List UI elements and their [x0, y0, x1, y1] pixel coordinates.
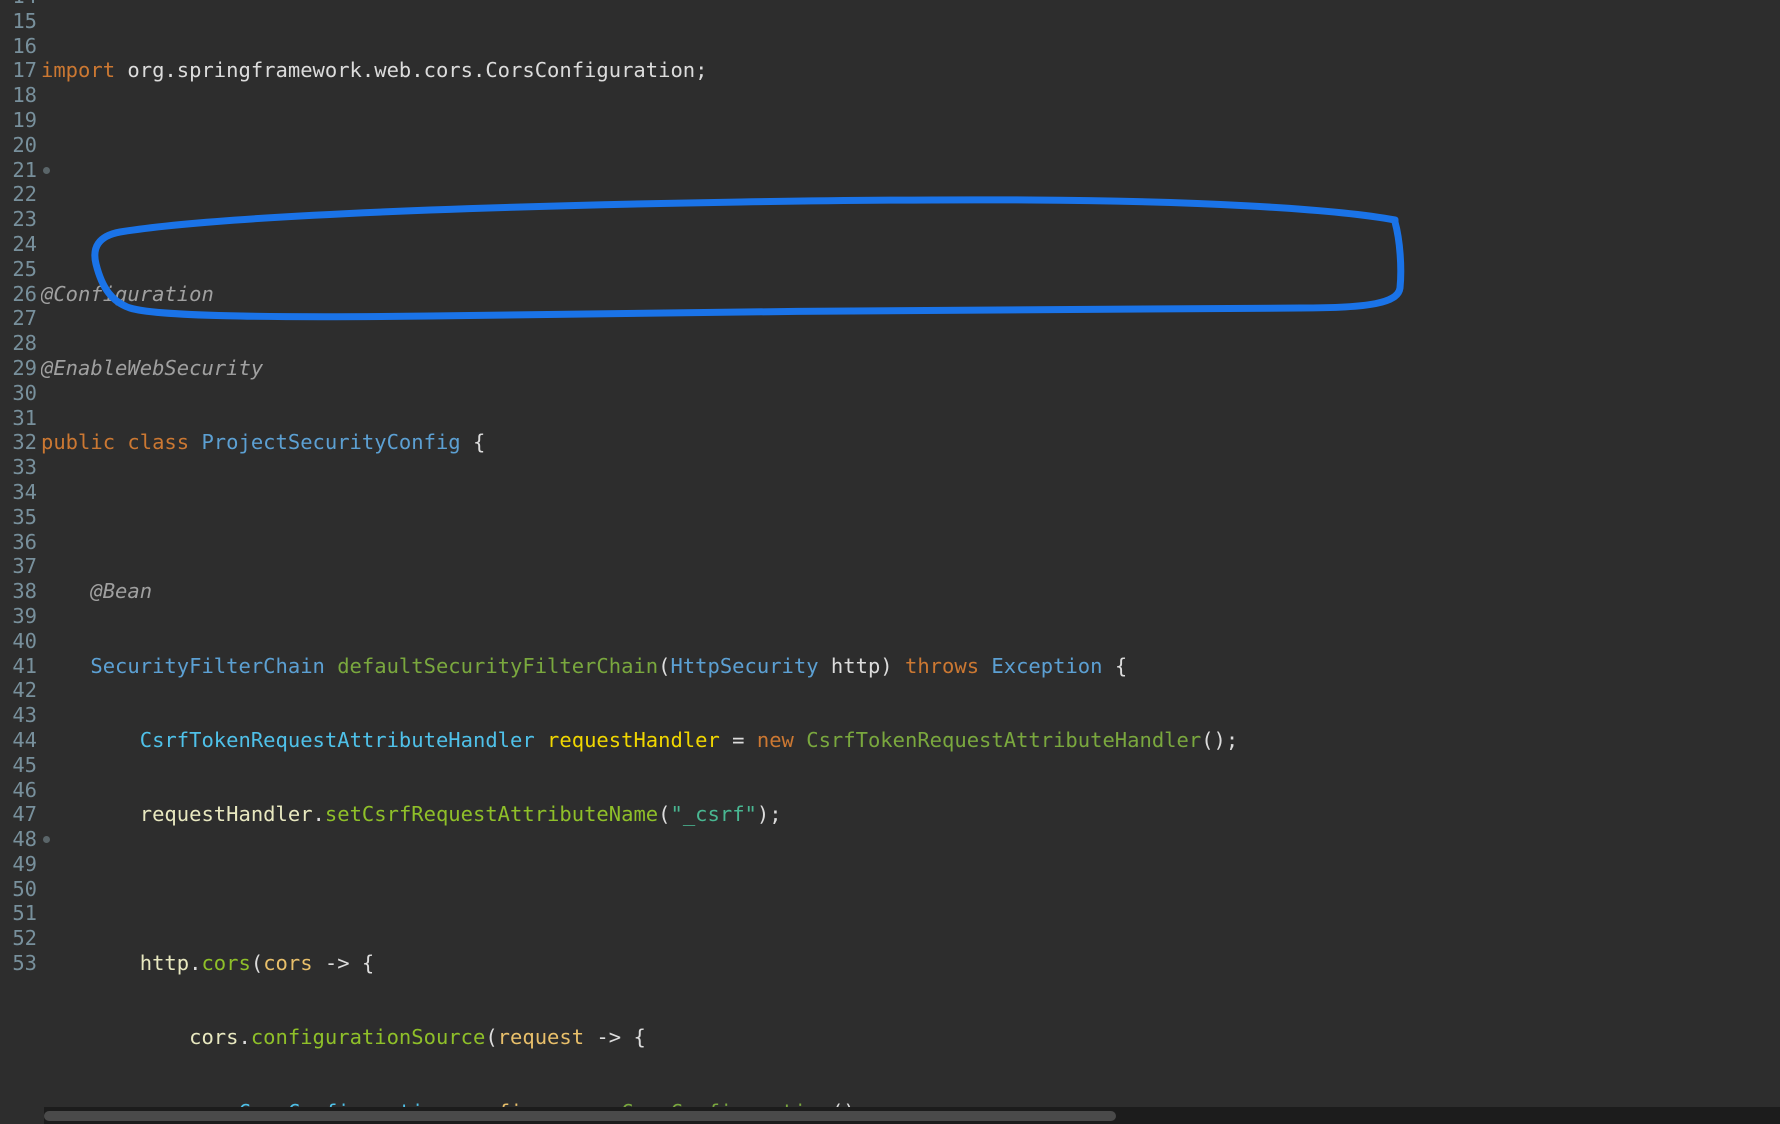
- line-number-21: 21: [0, 158, 50, 183]
- line-number-51: 51: [12, 901, 37, 926]
- line-number-33: 33: [12, 455, 37, 480]
- line-number-52: 52: [12, 926, 37, 951]
- code-line-21[interactable]: @Bean: [41, 579, 1780, 604]
- code-line-18[interactable]: @EnableWebSecurity: [41, 356, 1780, 381]
- code-text-area[interactable]: import org.springframework.web.cors.Cors…: [41, 0, 1780, 1124]
- line-number-38: 38: [12, 579, 37, 604]
- line-number-14: 14: [0, 0, 41, 9]
- line-number-29: 29: [12, 355, 37, 380]
- line-number-50: 50: [12, 876, 37, 901]
- line-number-41: 41: [12, 653, 37, 678]
- line-number-28: 28: [12, 331, 37, 356]
- line-number-26: 26: [12, 281, 37, 306]
- line-number-22: 22: [12, 182, 37, 207]
- code-line-22[interactable]: SecurityFilterChain defaultSecurityFilte…: [41, 654, 1780, 679]
- line-number-30: 30: [12, 380, 37, 405]
- line-number-39: 39: [12, 603, 37, 628]
- gutter-bottom-spacer: [0, 1107, 41, 1124]
- line-number-45: 45: [12, 752, 37, 777]
- line-number-48: 48: [0, 827, 50, 852]
- line-number-19: 19: [12, 107, 37, 132]
- horizontal-scrollbar-thumb[interactable]: [44, 1111, 1116, 1121]
- code-line-20[interactable]: [41, 505, 1780, 530]
- line-number-15: 15: [12, 8, 37, 33]
- code-line-24[interactable]: requestHandler.setCsrfRequestAttributeNa…: [41, 802, 1780, 827]
- code-line-25[interactable]: [41, 877, 1780, 902]
- line-number-35: 35: [12, 504, 37, 529]
- code-line-16[interactable]: [41, 207, 1780, 232]
- bean-gutter-icon[interactable]: [43, 166, 50, 174]
- line-number-17: 17: [12, 58, 37, 83]
- line-number-25: 25: [12, 256, 37, 281]
- code-line-15[interactable]: [41, 133, 1780, 158]
- line-number-37: 37: [12, 554, 37, 579]
- line-number-18: 18: [12, 83, 37, 108]
- code-line-14[interactable]: import org.springframework.web.cors.Cors…: [41, 58, 1780, 83]
- line-number-42: 42: [12, 678, 37, 703]
- line-number-31: 31: [12, 405, 37, 430]
- line-number-gutter[interactable]: 1415161718192021222324252627282930313233…: [0, 0, 50, 1124]
- line-number-32: 32: [12, 430, 37, 455]
- code-line-23[interactable]: CsrfTokenRequestAttributeHandler request…: [41, 728, 1780, 753]
- line-number-53: 53: [12, 951, 37, 976]
- line-number-49: 49: [12, 851, 37, 876]
- line-number-24: 24: [12, 231, 37, 256]
- line-number-40: 40: [12, 628, 37, 653]
- code-lines: import org.springframework.web.cors.Cors…: [41, 0, 1780, 1124]
- code-line-19[interactable]: public class ProjectSecurityConfig {: [41, 430, 1780, 455]
- line-number-23: 23: [12, 207, 37, 232]
- line-number-16: 16: [12, 33, 37, 58]
- line-number-20: 20: [12, 132, 37, 157]
- horizontal-scrollbar-track[interactable]: [41, 1107, 1780, 1124]
- code-editor[interactable]: 1415161718192021222324252627282930313233…: [0, 0, 1780, 1124]
- line-number-43: 43: [12, 703, 37, 728]
- line-number-34: 34: [12, 479, 37, 504]
- line-number-44: 44: [12, 727, 37, 752]
- line-number-47: 47: [12, 802, 37, 827]
- code-line-17[interactable]: @Configuration: [41, 282, 1780, 307]
- line-number-36: 36: [12, 529, 37, 554]
- line-number-list: 1415161718192021222324252627282930313233…: [0, 0, 50, 976]
- code-line-26[interactable]: http.cors(cors -> {: [41, 951, 1780, 976]
- line-number-27: 27: [12, 306, 37, 331]
- code-line-27[interactable]: cors.configurationSource(request -> {: [41, 1025, 1780, 1050]
- line-number-46: 46: [12, 777, 37, 802]
